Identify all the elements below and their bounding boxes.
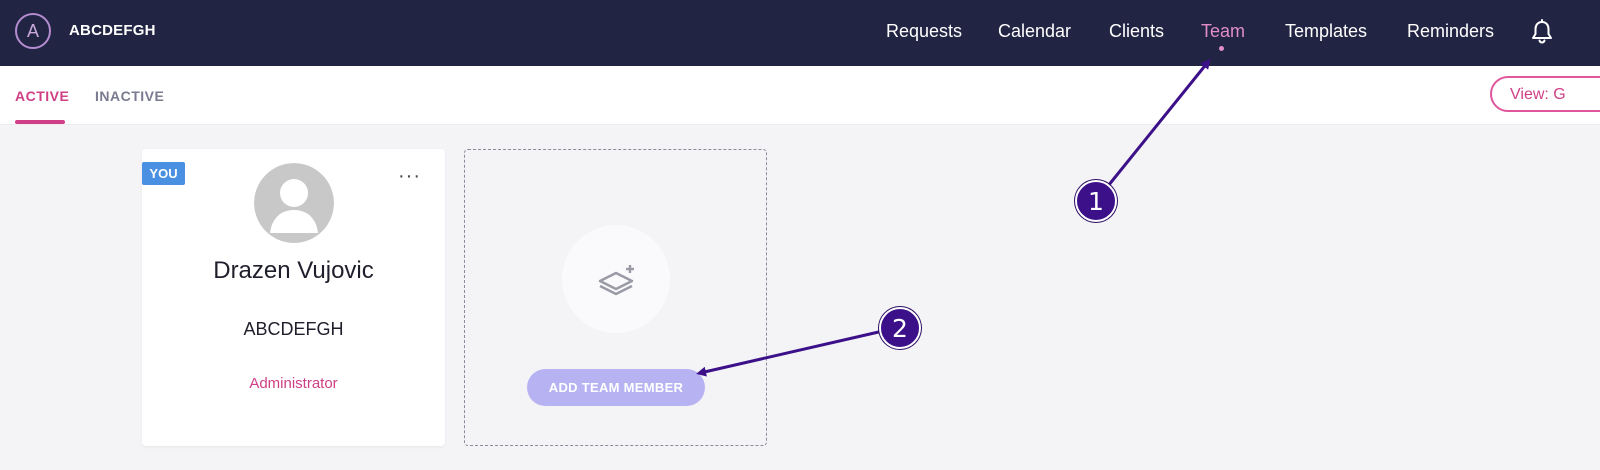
tab-inactive[interactable]: INACTIVE [95,88,164,104]
nav-reminders[interactable]: Reminders [1407,21,1494,42]
add-team-member-button[interactable]: ADD TEAM MEMBER [527,369,705,406]
member-organization: ABCDEFGH [243,319,344,339]
member-name: Drazen Vujovic [213,257,374,284]
more-options-icon[interactable]: ··· [398,166,421,186]
annotation-marker-1: 1 [1075,180,1117,222]
view-toggle-button[interactable]: View: G [1490,76,1600,112]
nav-requests[interactable]: Requests [886,21,962,42]
nav-team[interactable]: Team [1201,21,1245,42]
default-avatar-icon [254,163,334,243]
logo-avatar[interactable]: A [15,13,51,49]
nav-templates[interactable]: Templates [1285,21,1367,42]
nav-clients[interactable]: Clients [1109,21,1164,42]
active-nav-indicator [1219,46,1224,51]
tabs-bar: ACTIVE INACTIVE View: G [0,66,1600,125]
member-role: Administrator [249,375,338,392]
bell-icon[interactable] [1528,18,1556,46]
brand-name[interactable]: ABCDEFGH [69,22,156,39]
add-member-card[interactable]: ADD TEAM MEMBER [464,149,767,446]
you-badge: YOU [142,162,185,185]
layers-plus-icon [598,265,634,296]
avatar [254,163,334,243]
top-navbar: A ABCDEFGH Requests Calendar Clients Tea… [0,0,1600,66]
logo-letter: A [26,20,39,41]
annotation-marker-2: 2 [879,307,921,349]
team-member-card: YOU ··· Drazen Vujovic ABCDEFGH Administ… [142,149,445,446]
active-tab-underline [15,120,65,124]
add-icon-circle [562,225,670,333]
tab-active[interactable]: ACTIVE [15,88,69,104]
nav-calendar[interactable]: Calendar [998,21,1071,42]
